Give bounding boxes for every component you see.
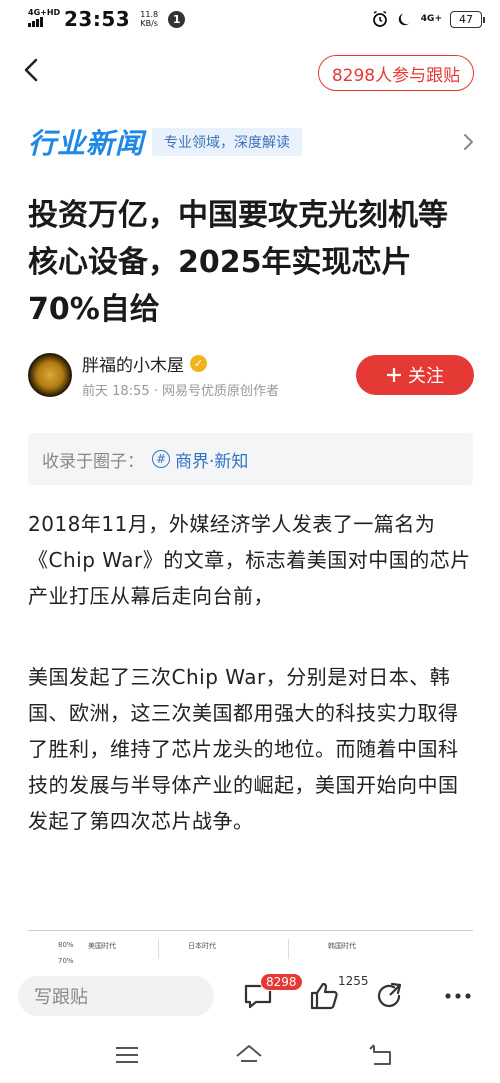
comment-count-badge: 8298 [260,973,303,991]
network-speed-value: 11.8 [140,10,159,19]
network-type: 4G+HD [28,8,61,17]
author-avatar[interactable] [28,353,72,397]
system-back-icon[interactable] [366,1040,396,1070]
channel-banner[interactable]: 行业新闻 专业领域，深度解读 [28,120,478,164]
author-name-row[interactable]: 胖福的小木屋 ✓ [82,351,279,376]
network-speed: 11.8 KB/s [136,10,162,28]
like-count: 1255 [338,974,369,988]
notification-badge: 1 [168,10,186,28]
verified-icon: ✓ [190,355,207,372]
channel-title: 行业新闻 [28,127,145,160]
back-arrow-icon[interactable] [18,55,48,85]
status-time: 23:53 [64,7,131,31]
alarm-icon [372,10,387,27]
status-left: 4G+HD 23:53 11.8 KB/s 1 [28,7,186,31]
chevron-right-icon[interactable] [458,132,478,152]
image-label: 80% [58,941,74,949]
share-icon[interactable] [372,978,408,1014]
meta-separator: · [153,384,163,399]
circle-label: 收录于圈子： [42,451,144,472]
network-type-right: 4G+ [420,14,442,24]
channel-subtitle: 专业领域，深度解读 [152,128,303,156]
image-label: 美国时代 [88,942,116,950]
image-label: 日本时代 [188,942,216,950]
status-bar: 4G+HD 23:53 11.8 KB/s 1 4G+ 47 [0,0,500,38]
menu-icon[interactable] [112,1040,142,1070]
more-icon[interactable] [440,978,476,1014]
author-source: 网易号优质原创作者 [162,384,280,399]
article-image[interactable]: 80% 70% 美国时代 日本时代 韩国时代 [28,930,473,970]
status-right: 4G+ 47 [371,10,485,28]
image-label: 70% [58,957,74,965]
article-paragraph: 美国发起了三次Chip War，分别是对日本、韩国、欧洲，这三次美国都用强大的科… [28,665,459,833]
circle-box[interactable]: 收录于圈子： # 商界·新知 [28,433,473,485]
thumbs-up-icon[interactable] [306,978,342,1014]
author-meta: 前天 18:55 · 网易号优质原创作者 [82,380,279,399]
battery-level: 47 [459,12,473,26]
comment-count-button[interactable]: 8298人参与跟贴 [318,55,474,91]
image-label: 韩国时代 [328,942,356,950]
signal-icon [28,17,43,27]
image-divider [158,939,159,959]
author-row: 胖福的小木屋 ✓ 前天 18:55 · 网易号优质原创作者 关注 [28,350,474,400]
image-divider [288,939,289,959]
battery-icon: 47 [450,10,485,28]
article-headline: 投资万亿，中国要攻克光刻机等核心设备，2025年实现芯片70%自给 [28,198,448,327]
follow-label: 关注 [408,366,444,387]
plus-icon [387,368,401,382]
action-bar: 写跟贴 8298 1255 [0,968,500,1022]
author-name[interactable]: 胖福的小木屋 [82,351,184,376]
home-icon[interactable] [234,1040,264,1070]
system-nav-bar [0,1030,500,1083]
moon-icon [398,13,411,26]
article-paragraph: 2018年11月，外媒经济学人发表了一篇名为《Chip War》的文章，标志着美… [28,512,471,608]
author-info: 胖福的小木屋 ✓ 前天 18:55 · 网易号优质原创作者 [82,351,279,399]
publish-time: 前天 18:55 [82,384,150,399]
hashtag-icon: # [152,450,170,468]
circle-name-link[interactable]: 商界·新知 [175,447,248,472]
network-speed-unit: KB/s [140,19,158,28]
network-indicator: 4G+HD [28,9,60,29]
reply-input[interactable]: 写跟贴 [18,976,214,1016]
follow-button[interactable]: 关注 [356,355,474,395]
